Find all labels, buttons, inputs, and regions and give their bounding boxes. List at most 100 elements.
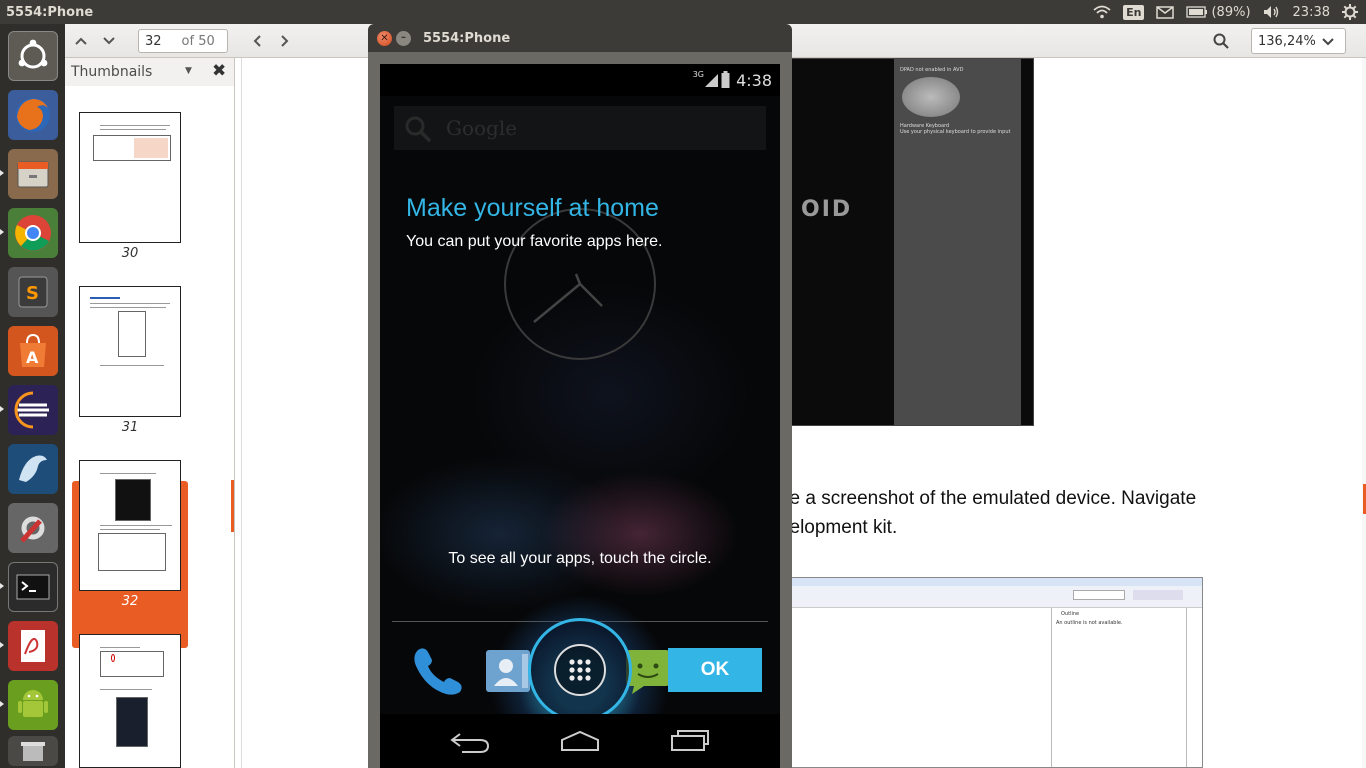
running-indicator bbox=[0, 229, 4, 236]
emulator-controls-panel: DPAD not enabled in AVD Hardware Keyboar… bbox=[894, 59, 1021, 425]
find-button[interactable] bbox=[1209, 29, 1233, 53]
ok-button[interactable]: OK bbox=[668, 648, 762, 692]
files-icon[interactable] bbox=[8, 149, 58, 199]
zoom-select[interactable]: 136,24% bbox=[1251, 28, 1346, 54]
sidebar-mode-dropdown[interactable]: ▼ bbox=[185, 66, 192, 76]
document-image-eclipse: Outline An outline is not available. bbox=[780, 577, 1203, 768]
wifi-icon[interactable] bbox=[1093, 5, 1111, 19]
page-edge bbox=[241, 58, 242, 768]
mail-icon[interactable] bbox=[1156, 5, 1175, 19]
thumbnail-page[interactable] bbox=[79, 634, 181, 768]
battery-icon bbox=[1186, 6, 1208, 18]
chevron-right-icon bbox=[281, 35, 289, 47]
vertical-scrollbar[interactable] bbox=[1362, 58, 1366, 768]
thumbnail-page-number: 30 bbox=[121, 246, 139, 261]
chevron-down-icon bbox=[1322, 38, 1334, 46]
network-type: 3G bbox=[692, 70, 704, 79]
volume-icon[interactable] bbox=[1263, 5, 1281, 19]
close-window-button[interactable]: ✕ bbox=[377, 31, 392, 46]
search-icon bbox=[405, 116, 432, 143]
emulator-titlebar: ✕ – 5554:Phone bbox=[368, 24, 792, 52]
thumbnail-page[interactable] bbox=[79, 112, 181, 243]
history-forward-button[interactable] bbox=[273, 29, 297, 53]
chevron-left-icon bbox=[253, 35, 261, 47]
thumbnail-page-number: 31 bbox=[121, 420, 139, 435]
cling-subtitle: You can put your favorite apps here. bbox=[406, 233, 663, 250]
history-back-button[interactable] bbox=[245, 29, 269, 53]
ubuntu-logo-icon[interactable] bbox=[8, 31, 58, 81]
contacts-icon[interactable] bbox=[484, 648, 532, 698]
cling-title: Make yourself at home bbox=[406, 194, 659, 222]
dpad-icon bbox=[902, 77, 960, 117]
document-text-line: ke a screenshot of the emulated device. … bbox=[780, 488, 1197, 509]
android-status-bar: 3G 4:38 bbox=[380, 64, 780, 96]
page-number-input[interactable]: 32 of 50 bbox=[138, 29, 228, 53]
android-clock: 4:38 bbox=[736, 71, 772, 90]
phone-icon[interactable] bbox=[410, 644, 466, 700]
android-navigation-bar bbox=[380, 714, 780, 768]
thumbnails-sidebar: Thumbnails ▼ ✖ 30 31 32 bbox=[65, 58, 235, 768]
back-icon bbox=[450, 733, 490, 753]
document-viewer-icon[interactable] bbox=[8, 621, 58, 671]
svg-text:A: A bbox=[26, 348, 39, 367]
next-page-button[interactable] bbox=[97, 29, 121, 53]
thumbnail-page-number: 32 bbox=[121, 594, 139, 609]
chrome-icon[interactable] bbox=[8, 208, 58, 258]
svg-text:S: S bbox=[26, 283, 39, 304]
emulator-window: ✕ – 5554:Phone 3G 4:38 Google Make yours… bbox=[368, 24, 792, 768]
thumbnail-page[interactable] bbox=[79, 286, 181, 417]
firefox-icon[interactable] bbox=[8, 90, 58, 140]
all-apps-button[interactable] bbox=[554, 644, 606, 696]
eclipse-icon[interactable] bbox=[8, 385, 58, 435]
gear-icon[interactable] bbox=[1342, 4, 1358, 20]
emulator-title: 5554:Phone bbox=[423, 31, 511, 46]
recent-apps-button[interactable] bbox=[668, 728, 712, 756]
zoom-value: 136,24% bbox=[1258, 33, 1316, 49]
home-button[interactable] bbox=[558, 730, 602, 756]
cling-hint: To see all your apps, touch the circle. bbox=[448, 550, 712, 567]
back-button[interactable] bbox=[448, 730, 492, 758]
search-placeholder: Google bbox=[446, 116, 518, 140]
chevron-up-icon bbox=[75, 37, 87, 45]
running-indicator bbox=[0, 701, 4, 708]
sublime-text-icon[interactable]: S bbox=[8, 267, 58, 317]
signal-icon bbox=[705, 74, 718, 87]
system-tray: En (89%) 23:38 bbox=[1093, 0, 1366, 24]
trash-icon[interactable] bbox=[8, 736, 58, 766]
sidebar-title: Thumbnails bbox=[71, 64, 153, 80]
chevron-down-icon bbox=[103, 37, 115, 45]
home-icon bbox=[561, 730, 599, 751]
android-icon[interactable] bbox=[8, 680, 58, 730]
sidebar-resize-handle[interactable] bbox=[231, 480, 234, 532]
emulator-frame: 3G 4:38 Google Make yourself at home You… bbox=[368, 52, 792, 768]
running-indicator bbox=[0, 170, 4, 177]
phone-screen[interactable]: 3G 4:38 Google Make yourself at home You… bbox=[380, 64, 780, 768]
thumbnail-page-selected[interactable] bbox=[79, 460, 181, 591]
running-indicator bbox=[0, 583, 4, 590]
document-text-line: velopment kit. bbox=[780, 517, 898, 538]
keyboard-layout-indicator[interactable]: En bbox=[1123, 4, 1145, 20]
system-settings-icon[interactable] bbox=[8, 503, 58, 553]
running-indicator bbox=[0, 406, 4, 413]
previous-page-button[interactable] bbox=[69, 29, 93, 53]
mysql-workbench-icon[interactable] bbox=[8, 444, 58, 494]
battery-icon bbox=[721, 71, 730, 88]
minimize-window-button[interactable]: – bbox=[396, 31, 411, 46]
document-image-emulator: OID DPAD not enabled in AVD Hardware Key… bbox=[780, 58, 1034, 426]
page-count: of 50 bbox=[181, 33, 215, 49]
clock[interactable]: 23:38 bbox=[1293, 5, 1330, 20]
google-search-bar[interactable]: Google bbox=[394, 106, 766, 150]
analog-clock-widget bbox=[504, 208, 656, 360]
terminal-icon[interactable] bbox=[8, 562, 58, 612]
battery-indicator[interactable]: (89%) bbox=[1186, 4, 1251, 20]
thumbnail-list: 30 31 32 bbox=[65, 86, 234, 768]
running-indicator bbox=[0, 642, 4, 649]
app-grid-icon bbox=[569, 659, 591, 681]
search-icon bbox=[1213, 33, 1229, 49]
close-sidebar-button[interactable]: ✖ bbox=[212, 61, 226, 81]
battery-percentage: (89%) bbox=[1211, 4, 1251, 20]
top-panel: 5554:Phone En (89%) 23:38 bbox=[0, 0, 1366, 24]
software-center-icon[interactable]: A bbox=[8, 326, 58, 376]
unity-launcher: S A bbox=[0, 24, 65, 768]
android-boot-logo: OID bbox=[801, 197, 853, 222]
